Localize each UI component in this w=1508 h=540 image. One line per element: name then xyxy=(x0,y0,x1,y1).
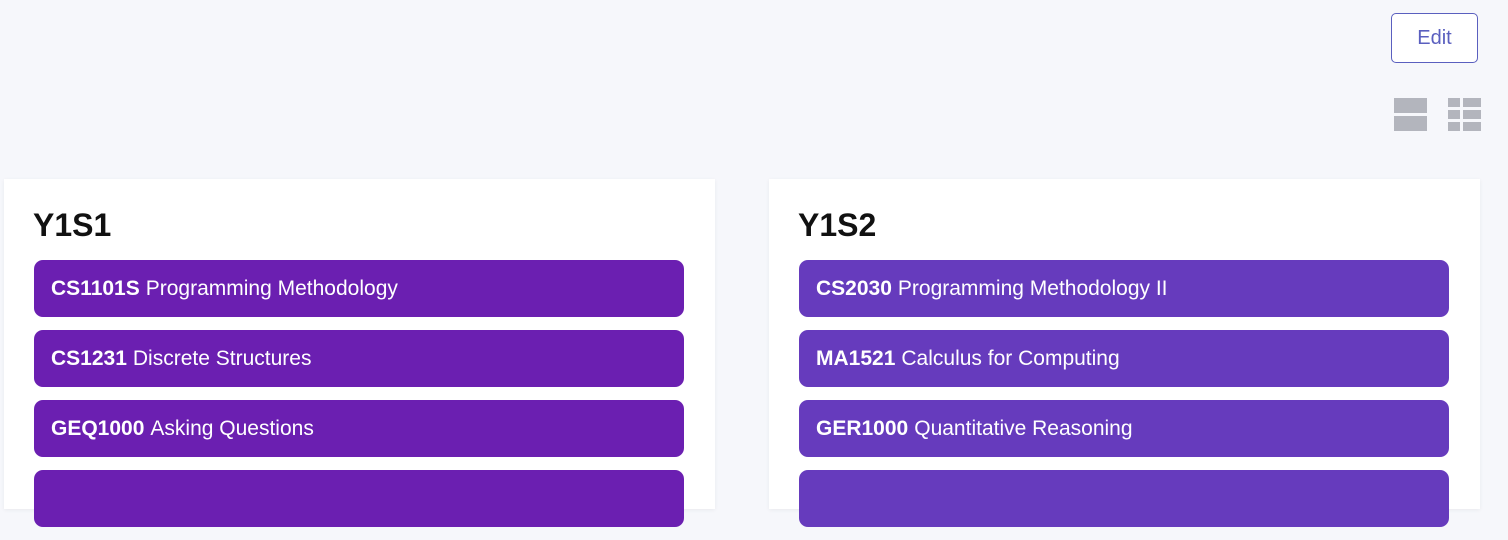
module-name: Programming Methodology xyxy=(145,276,398,300)
module-code: MA1521 xyxy=(816,346,896,370)
module-item[interactable] xyxy=(34,470,684,527)
module-name: Discrete Structures xyxy=(132,346,312,370)
module-item[interactable] xyxy=(799,470,1449,527)
module-item[interactable]: GEQ1000 Asking Questions xyxy=(34,400,684,457)
edit-button[interactable]: Edit xyxy=(1391,13,1478,63)
module-name: Asking Questions xyxy=(150,416,314,440)
semester-card-y1s2: Y1S2 CS2030 Programming Methodology II M… xyxy=(769,179,1480,527)
module-code: GEQ1000 xyxy=(51,416,145,440)
module-item[interactable]: CS1101S Programming Methodology xyxy=(34,260,684,317)
module-item[interactable]: GER1000 Quantitative Reasoning xyxy=(799,400,1449,457)
module-name: Programming Methodology II xyxy=(897,276,1168,300)
module-item[interactable]: MA1521 Calculus for Computing xyxy=(799,330,1449,387)
semester-title: Y1S1 xyxy=(33,207,112,243)
module-name: Calculus for Computing xyxy=(901,346,1120,370)
grid-view-icon[interactable] xyxy=(1448,98,1481,131)
module-item[interactable]: CS2030 Programming Methodology II xyxy=(799,260,1449,317)
module-code: CS1231 xyxy=(51,346,127,370)
module-list: CS1101S Programming Methodology CS1231 D… xyxy=(34,260,684,540)
module-name: Quantitative Reasoning xyxy=(914,416,1133,440)
module-code: CS2030 xyxy=(816,276,892,300)
list-view-icon[interactable] xyxy=(1394,98,1427,131)
module-code: GER1000 xyxy=(816,416,909,440)
semester-title: Y1S2 xyxy=(798,207,877,243)
module-list: CS2030 Programming Methodology II MA1521… xyxy=(799,260,1449,540)
semester-card-y1s1: Y1S1 CS1101S Programming Methodology CS1… xyxy=(4,179,715,527)
module-code: CS1101S xyxy=(51,276,140,300)
module-item[interactable]: CS1231 Discrete Structures xyxy=(34,330,684,387)
